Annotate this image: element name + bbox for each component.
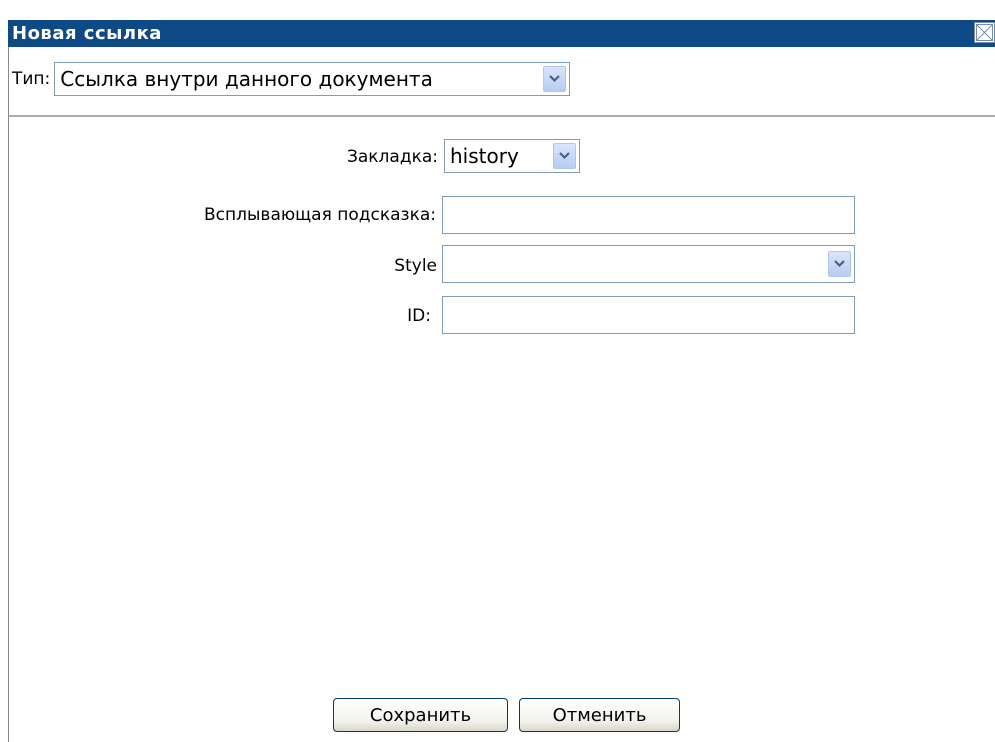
id-input[interactable] (442, 296, 855, 334)
bookmark-label: Закладка: (346, 147, 438, 167)
style-label: Style (394, 256, 437, 276)
cancel-button[interactable]: Отменить (519, 698, 680, 732)
dialog-title: Новая ссылка (12, 23, 162, 44)
tooltip-input[interactable] (442, 196, 855, 234)
id-label: ID: (407, 306, 431, 326)
dialog-left-border (8, 47, 9, 742)
bookmark-selected-value: history (450, 144, 519, 168)
link-type-selected-value: Ссылка внутри данного документа (60, 67, 433, 91)
dialog-title-bar: Новая ссылка (8, 20, 995, 47)
link-type-row: Тип: Ссылка внутри данного документа (12, 62, 571, 96)
chevron-down-icon[interactable] (828, 251, 851, 277)
chevron-down-icon[interactable] (553, 143, 576, 169)
divider (9, 115, 995, 117)
new-link-dialog: Новая ссылка Тип: Ссылка внутри данного … (0, 0, 995, 742)
link-type-label: Тип: (12, 69, 51, 89)
save-button[interactable]: Сохранить (333, 698, 508, 732)
link-type-select[interactable]: Ссылка внутри данного документа (54, 62, 571, 96)
style-select[interactable] (442, 245, 855, 283)
chevron-down-icon[interactable] (543, 66, 567, 92)
tooltip-label: Всплывающая подсказка: (204, 205, 436, 225)
bookmark-select[interactable]: history (444, 139, 580, 173)
close-icon[interactable] (974, 22, 995, 43)
